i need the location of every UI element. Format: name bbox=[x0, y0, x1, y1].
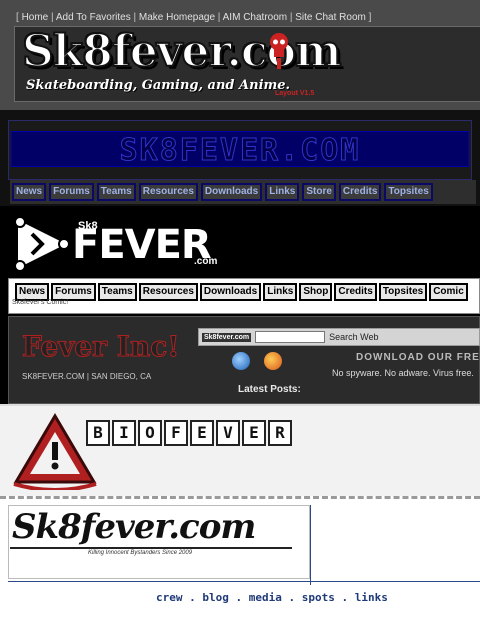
biofever-tiles: B I O F E V E R bbox=[86, 420, 292, 446]
link-spots[interactable]: spots bbox=[302, 591, 335, 604]
banner: SK8FEVER.COM bbox=[8, 120, 472, 180]
nav-make-homepage[interactable]: Make Homepage bbox=[139, 12, 215, 23]
link-links[interactable]: links bbox=[355, 591, 388, 604]
toolbar-logo[interactable]: Sk8fever.com bbox=[202, 332, 252, 342]
link-dot: . bbox=[182, 591, 203, 604]
nav-strip: News Forums Teams Resources Downloads Li… bbox=[8, 278, 480, 314]
banner-title[interactable]: SK8FEVER.COM bbox=[9, 133, 471, 169]
divider-horizontal bbox=[8, 581, 480, 582]
menu-links[interactable]: Links bbox=[263, 283, 298, 301]
menu-shop[interactable]: Shop bbox=[299, 283, 333, 301]
internet-explorer-icon[interactable] bbox=[232, 352, 250, 370]
nav-sep: | bbox=[48, 12, 56, 23]
menu-store[interactable]: Store bbox=[302, 183, 336, 201]
site-logo[interactable]: Sk8fever.com bbox=[21, 25, 343, 78]
menu-teams[interactable]: Teams bbox=[96, 183, 136, 201]
nav-aim-chatroom[interactable]: AIM Chatroom bbox=[223, 12, 287, 23]
link-dot: . bbox=[228, 591, 249, 604]
nav-sep: | bbox=[215, 12, 223, 23]
main-menu: News Forums Teams Resources Downloads Li… bbox=[10, 180, 476, 204]
nav-home[interactable]: Home bbox=[22, 12, 49, 23]
latest-posts-heading: Latest Posts: bbox=[238, 384, 301, 395]
search-input[interactable] bbox=[255, 331, 326, 343]
link-media[interactable]: media bbox=[249, 591, 282, 604]
menu-comic[interactable]: Comic bbox=[429, 283, 468, 301]
menu-credits[interactable]: Credits bbox=[334, 283, 377, 301]
search-web-button[interactable]: Search Web bbox=[329, 332, 378, 342]
biofever-header: B I O F E V E R bbox=[0, 404, 480, 496]
tile-letter: E bbox=[242, 420, 266, 446]
download-headline[interactable]: DOWNLOAD OUR FRE bbox=[356, 352, 480, 363]
menu-downloads[interactable]: Downloads bbox=[199, 283, 262, 301]
firefox-icon[interactable] bbox=[264, 352, 282, 370]
layout-version: Layout V1.5 bbox=[275, 90, 315, 97]
menu-teams[interactable]: Teams bbox=[97, 283, 137, 301]
tile-letter: B bbox=[86, 420, 110, 446]
divider-vertical bbox=[310, 505, 311, 585]
layout-black-header: FEVER Sk8 .com News Forums Teams Resourc… bbox=[0, 206, 480, 404]
nav-add-to-favorites[interactable]: Add To Favorites bbox=[56, 12, 131, 23]
fever-inc-logo: Fever Inc! bbox=[22, 330, 181, 364]
menu-credits[interactable]: Credits bbox=[338, 183, 382, 201]
logo-subtitle: Killing Innocent Bystanders Since 2009 bbox=[88, 550, 193, 556]
menu-downloads[interactable]: Downloads bbox=[200, 183, 263, 201]
tile-letter: O bbox=[138, 420, 162, 446]
fever-inc-subline: SK8FEVER.COM | SAN DIEGO, CA bbox=[22, 372, 152, 381]
top-nav: [ Home | Add To Favorites | Make Homepag… bbox=[16, 12, 371, 23]
search-toolbar: Sk8fever.com Search Web bbox=[198, 328, 480, 346]
spyware-note: No spyware. No adware. Virus free. bbox=[332, 368, 474, 378]
section-links: crew . blog . media . spots . links bbox=[156, 591, 388, 604]
tile-letter: F bbox=[164, 420, 188, 446]
layout-blue-header: SK8FEVER.COM News Forums Teams Resources… bbox=[0, 110, 480, 206]
menu-topsites[interactable]: Topsites bbox=[378, 283, 428, 301]
menu-topsites[interactable]: Topsites bbox=[384, 183, 433, 201]
tile-letter: V bbox=[216, 420, 240, 446]
nav-bracket-close: ] bbox=[365, 12, 372, 23]
comic-caption[interactable]: Sk8fever's Comic! bbox=[12, 299, 68, 306]
menu-news[interactable]: News bbox=[12, 183, 47, 201]
nav-sep: | bbox=[130, 12, 139, 23]
layout-v1-5-header: [ Home | Add To Favorites | Make Homepag… bbox=[0, 0, 480, 110]
link-dot: . bbox=[334, 591, 355, 604]
brand-sk8: Sk8 bbox=[78, 220, 98, 232]
menu-forums[interactable]: Forums bbox=[49, 183, 94, 201]
brush-logo[interactable]: Sk8fever.com bbox=[12, 507, 256, 547]
link-blog[interactable]: blog bbox=[202, 591, 229, 604]
menu-resources[interactable]: Resources bbox=[138, 283, 198, 301]
tile-letter: I bbox=[112, 420, 136, 446]
tile-letter: E bbox=[190, 420, 214, 446]
tile-letter: R bbox=[268, 420, 292, 446]
menu-resources[interactable]: Resources bbox=[138, 183, 198, 201]
brush-logo-header: Sk8fever.com Killing Innocent Bystanders… bbox=[0, 496, 480, 618]
skull-icon bbox=[270, 33, 288, 69]
warning-speaker-icon bbox=[14, 216, 70, 272]
brand-dotcom: .com bbox=[194, 256, 218, 267]
menu-links[interactable]: Links bbox=[265, 183, 300, 201]
nav-site-chat-room[interactable]: Site Chat Room bbox=[295, 12, 366, 23]
link-crew[interactable]: crew bbox=[156, 591, 183, 604]
tagline: Skateboarding, Gaming, and Anime. bbox=[26, 78, 291, 93]
main-menu-boxed: News Forums Teams Resources Downloads Li… bbox=[15, 283, 468, 301]
logo-underline bbox=[10, 547, 292, 549]
browser-icons bbox=[232, 352, 282, 370]
link-dot: . bbox=[281, 591, 302, 604]
